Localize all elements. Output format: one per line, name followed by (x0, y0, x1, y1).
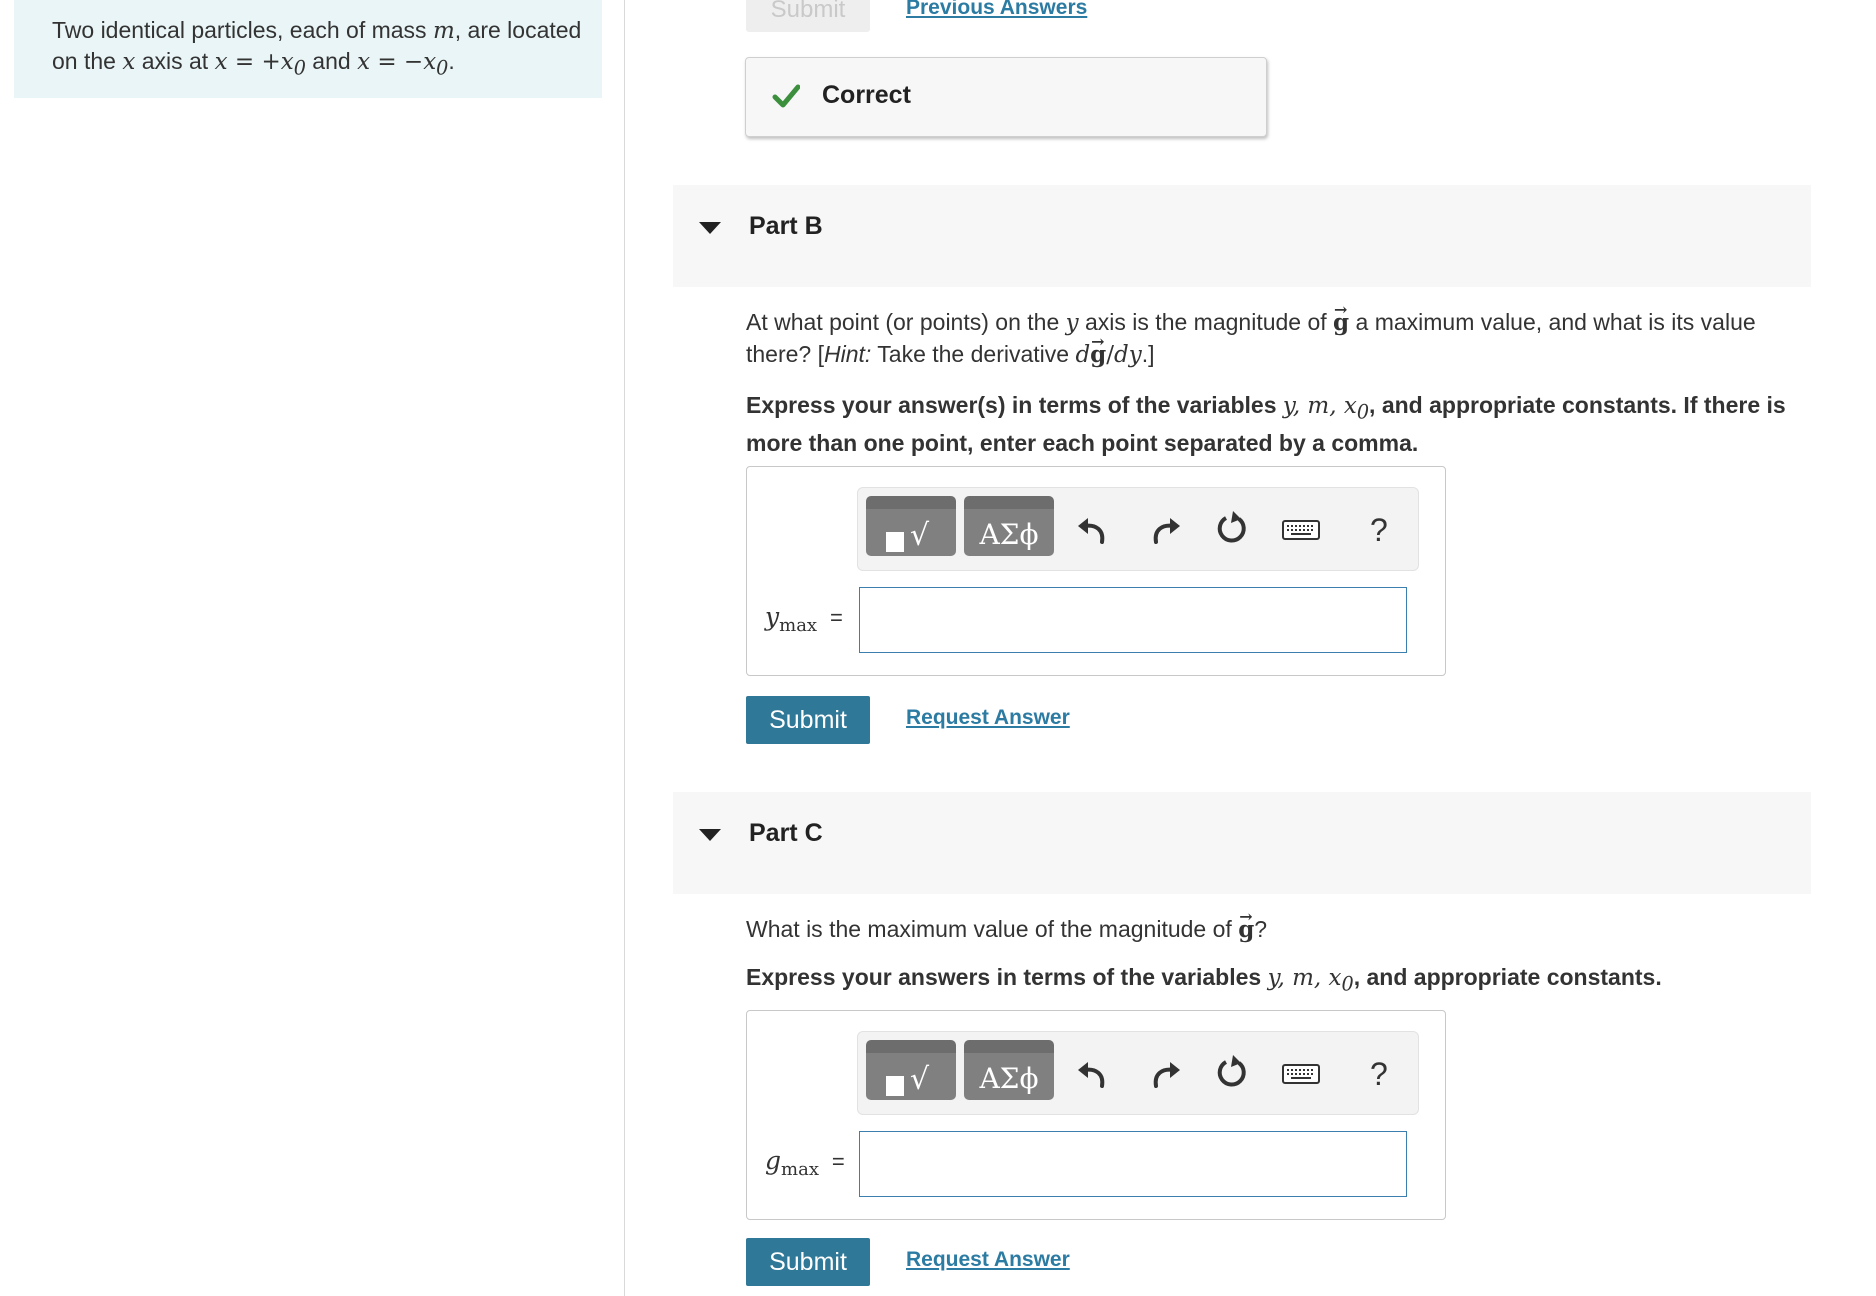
part-c-request-answer-link[interactable]: Request Answer (906, 1248, 1070, 1272)
caret-down-icon[interactable] (699, 829, 721, 841)
redo-icon[interactable] (1144, 1050, 1184, 1094)
vector-g: g (1090, 326, 1106, 370)
part-a-submit-button[interactable]: Submit (746, 0, 870, 32)
math-toolbar: √ ΑΣϕ ? (857, 1031, 1419, 1115)
problem-statement: Two identical particles, each of mass m,… (52, 17, 582, 80)
vector-g: g (1333, 294, 1349, 338)
answer-input[interactable] (859, 587, 1407, 653)
caret-down-icon[interactable] (699, 222, 721, 234)
answer-input[interactable] (859, 1131, 1407, 1197)
problem-panel: Two identical particles, each of mass m,… (0, 0, 625, 1296)
part-b-question: At what point (or points) on the y axis … (746, 294, 1816, 371)
keyboard-icon[interactable] (1280, 506, 1322, 550)
previous-answers-link[interactable]: Previous Answers (906, 0, 1087, 20)
help-button[interactable]: ? (1370, 512, 1388, 549)
part-c-title: Part C (749, 819, 823, 847)
part-c-header[interactable]: Part C (673, 792, 1811, 894)
problem-statement-box: Two identical particles, each of mass m,… (14, 0, 602, 98)
part-b-request-answer-link[interactable]: Request Answer (906, 706, 1070, 730)
redo-icon[interactable] (1144, 506, 1184, 550)
feedback-correct-box: Correct (745, 57, 1267, 137)
part-c-submit-button[interactable]: Submit (746, 1238, 870, 1286)
part-c-instruction: Express your answers in terms of the var… (746, 964, 1662, 996)
reset-icon[interactable] (1212, 1050, 1252, 1094)
templates-button[interactable]: √ (866, 496, 956, 556)
radical-icon: √ (910, 1062, 930, 1097)
part-b-title: Part B (749, 212, 823, 240)
template-square-icon (886, 532, 904, 552)
part-c-question: What is the maximum value of the magnitu… (746, 901, 1816, 945)
radical-icon: √ (910, 518, 930, 553)
undo-icon[interactable] (1074, 1050, 1114, 1094)
part-b-submit-button[interactable]: Submit (746, 696, 870, 744)
vector-g: g (1238, 901, 1254, 945)
undo-icon[interactable] (1074, 506, 1114, 550)
math-toolbar: √ ΑΣϕ ? (857, 487, 1419, 571)
feedback-label: Correct (822, 81, 911, 109)
part-b-header[interactable]: Part B (673, 185, 1811, 287)
keyboard-icon[interactable] (1280, 1050, 1322, 1094)
part-c-answer-box: √ ΑΣϕ ? gmax = (746, 1010, 1446, 1220)
template-square-icon (886, 1076, 904, 1096)
reset-icon[interactable] (1212, 506, 1252, 550)
answer-variable-label: gmax = (765, 1146, 845, 1180)
checkmark-icon (772, 84, 800, 108)
part-b-instruction: Express your answer(s) in terms of the v… (746, 392, 1786, 456)
templates-button[interactable]: √ (866, 1040, 956, 1100)
answer-variable-label: ymax = (765, 602, 843, 636)
greek-symbols-button[interactable]: ΑΣϕ (964, 496, 1054, 556)
greek-symbols-button[interactable]: ΑΣϕ (964, 1040, 1054, 1100)
part-b-answer-box: √ ΑΣϕ ? ymax = (746, 466, 1446, 676)
help-button[interactable]: ? (1370, 1056, 1388, 1093)
